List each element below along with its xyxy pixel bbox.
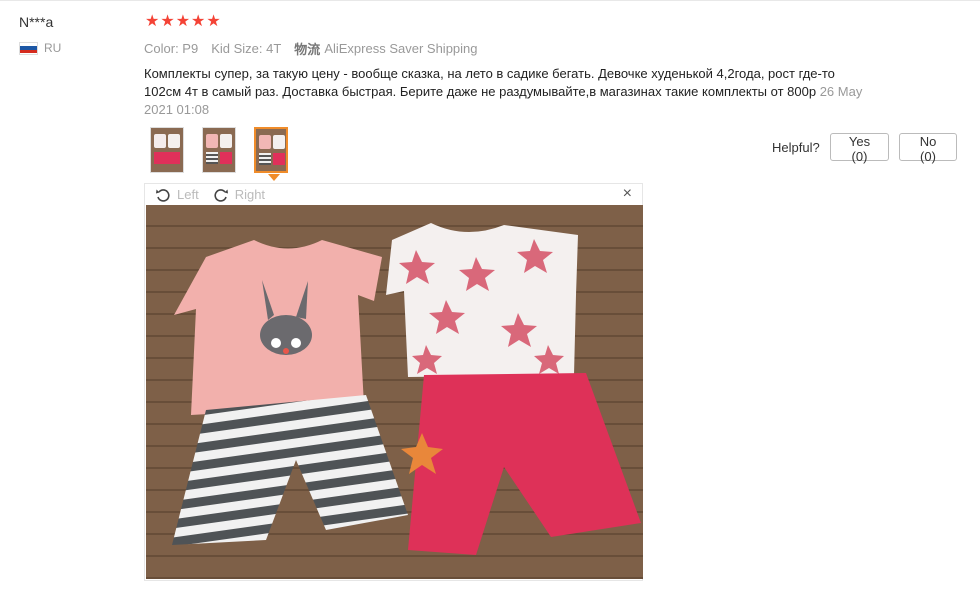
photo-thumbnails <box>150 127 288 173</box>
rotate-right-icon <box>214 188 228 202</box>
viewer-toolbar: Left Right × <box>145 184 642 205</box>
reviewer-name: N***a <box>19 14 54 30</box>
star-icon: ★ <box>191 13 206 30</box>
top-divider <box>0 0 980 1</box>
rotate-right-label: Right <box>234 187 266 202</box>
photo-viewer: Left Right × <box>144 183 643 581</box>
rating-stars: ★ ★ ★ ★ ★ <box>145 13 221 31</box>
active-thumbnail-indicator <box>268 174 280 181</box>
star-icon: ★ <box>175 13 191 30</box>
review-photo <box>146 205 643 579</box>
helpful-label: Helpful? <box>772 140 820 155</box>
photo-thumbnail-active[interactable] <box>254 127 288 173</box>
feedback-body: Комплекты супер, за такую цену - вообще … <box>144 66 835 99</box>
product-photo-illustration <box>146 205 643 579</box>
shipping-method: AliExpress Saver Shipping <box>324 41 478 56</box>
rotate-left-icon <box>156 188 170 202</box>
helpful-no-button[interactable]: No (0) <box>899 133 957 164</box>
country-code: RU <box>44 41 62 55</box>
star-icon: ★ <box>145 13 160 30</box>
star-icon: ★ <box>160 13 175 30</box>
rotate-left-label: Left <box>177 187 199 202</box>
color-option: Color: P9 <box>144 41 199 56</box>
rotate-left-button[interactable]: Left <box>155 187 199 203</box>
photo-thumbnail[interactable] <box>150 127 184 173</box>
logistics-label: 物流 <box>294 42 321 57</box>
helpful-yes-button[interactable]: Yes (0) <box>830 133 889 164</box>
reviewer-country: RU <box>19 41 61 55</box>
review-text: Комплекты супер, за такую цену - вообще … <box>144 65 864 119</box>
size-option: Kid Size: 4T <box>211 41 282 56</box>
close-icon[interactable]: × <box>623 185 632 203</box>
russia-flag-icon <box>19 41 38 55</box>
rotate-right-button[interactable]: Right <box>213 187 265 203</box>
order-info: Color: P9 Kid Size: 4T 物流 AliExpress Sav… <box>144 39 478 58</box>
photo-thumbnail[interactable] <box>202 127 236 173</box>
star-icon: ★ <box>206 13 221 30</box>
